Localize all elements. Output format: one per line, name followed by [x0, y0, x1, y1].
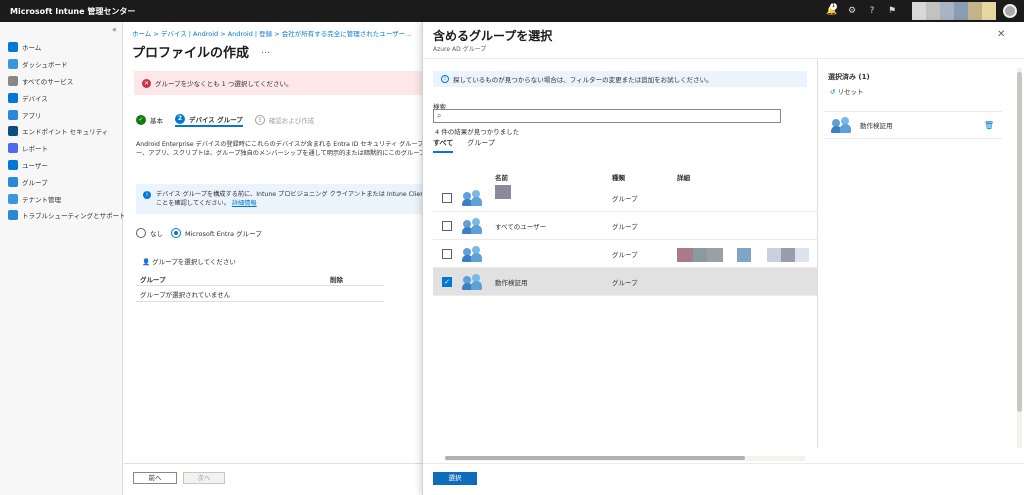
home-icon	[8, 42, 18, 53]
horizontal-scrollbar[interactable]	[445, 456, 805, 461]
top-bar: Microsoft Intune 管理センター 🔔 1 ⚙ ? ⚑	[0, 0, 1024, 22]
row-checkbox[interactable]	[442, 220, 452, 231]
vertical-scrollbar[interactable]	[1017, 68, 1022, 448]
gear-icon[interactable]: ⚙	[846, 5, 858, 17]
result-count: 4 件の結果が見つかりました	[435, 128, 520, 136]
delete-icon[interactable]: 🗑	[984, 121, 994, 130]
sidebar-item-groups[interactable]: グループ	[0, 173, 123, 190]
table-row[interactable]: すべてのユーザー グループ	[433, 212, 817, 240]
search-input[interactable]: ⌕	[433, 109, 781, 123]
selected-header: 選択済み (1)	[828, 73, 870, 81]
sidebar-item-devices[interactable]: デバイス	[0, 89, 123, 106]
select-groups-panel: 含めるグループを選択 Azure AD グループ ✕ i 探しているものが見つか…	[422, 22, 1024, 495]
feedback-icon[interactable]: ⚑	[886, 5, 898, 17]
groups-table: グループ 削除 グループが選択されていません	[136, 272, 384, 302]
sidebar-item-all-services[interactable]: すべてのサービス	[0, 73, 123, 90]
step-basics[interactable]: ✓ 基本	[136, 113, 163, 127]
sidebar-item-troubleshooting[interactable]: トラブルシューティングとサポート	[0, 207, 126, 224]
radio-entra-group[interactable]	[171, 228, 181, 238]
redacted-name	[495, 185, 511, 201]
reports-icon	[8, 143, 18, 154]
group-icon	[462, 217, 483, 234]
radio-none[interactable]	[136, 228, 146, 238]
main-content: ホーム > デバイス | Android > Android | 登録 > 会社…	[124, 22, 424, 495]
learn-more-link[interactable]: 詳細情報	[232, 200, 257, 207]
description: Android Enterprise デバイスの登録時にこれらのデバイスが含まれ…	[136, 141, 424, 157]
page-title: プロファイルの作成	[132, 46, 250, 61]
devices-icon	[8, 92, 18, 103]
tab-groups[interactable]: グループ	[467, 138, 495, 153]
selected-item: 動作検証用 🗑	[824, 111, 1002, 139]
search-icon: ⌕	[437, 111, 442, 120]
select-groups-link[interactable]: 👤 グループを選択してください	[142, 256, 236, 266]
group-icon	[831, 117, 852, 133]
table-header: グループ 削除	[136, 272, 384, 286]
sidebar: « ホーム ダッシュボード すべてのサービス デバイス アプリ エンドポイント …	[0, 22, 126, 495]
wrench-icon	[8, 210, 18, 221]
error-banner: ✕ グループを少なくとも 1 つ選択してください。	[134, 71, 424, 95]
panel-tabs: すべて グループ	[433, 138, 509, 153]
sidebar-item-reports[interactable]: レポート	[0, 140, 123, 157]
notification-badge: 1	[830, 3, 837, 10]
selected-pane: 選択済み (1) ↺ リセット 動作検証用 🗑	[817, 59, 1024, 448]
row-checkbox-checked[interactable]: ✓	[442, 276, 452, 287]
tenant-icon	[8, 193, 18, 204]
tab-all[interactable]: すべて	[433, 138, 454, 153]
step-review-create[interactable]: 3 確認および作成	[254, 113, 314, 127]
undo-icon: ↺	[830, 88, 836, 96]
table-row-empty: グループが選択されていません	[136, 286, 384, 302]
sidebar-item-dashboard[interactable]: ダッシュボード	[0, 56, 123, 73]
next-button[interactable]: 次へ	[183, 472, 225, 484]
row-checkbox[interactable]	[442, 192, 452, 203]
shield-icon	[8, 126, 18, 137]
avatar[interactable]	[1003, 4, 1017, 18]
table-row-selected[interactable]: ✓ 動作検証用 グループ	[433, 268, 817, 296]
app-title[interactable]: Microsoft Intune 管理センター	[10, 6, 135, 17]
group-icon	[462, 273, 483, 290]
more-icon[interactable]: …	[261, 46, 270, 56]
group-icon	[8, 176, 18, 187]
group-type-radio: なし Microsoft Entra グループ	[136, 228, 262, 238]
info-icon: i	[441, 75, 449, 83]
check-icon: ✓	[136, 115, 146, 125]
help-icon[interactable]: ?	[866, 5, 878, 17]
dashboard-icon	[8, 59, 18, 70]
collapse-icon[interactable]: «	[112, 25, 117, 34]
person-add-icon: 👤	[142, 258, 151, 266]
group-icon	[462, 189, 483, 206]
table-row[interactable]: グループ	[433, 240, 817, 268]
close-icon[interactable]: ✕	[997, 29, 1005, 40]
info-icon: i	[143, 191, 151, 199]
panel-title: 含めるグループを選択	[433, 29, 553, 43]
account-info[interactable]	[912, 2, 996, 20]
step-device-groups[interactable]: 2 デバイス グループ	[175, 113, 243, 127]
sidebar-item-home[interactable]: ホーム	[0, 39, 123, 56]
sidebar-item-endpoint-security[interactable]: エンドポイント セキュリティ	[0, 123, 123, 140]
info-box: i デバイス グループを構成する前に、Intune プロビジョニング クライアン…	[136, 184, 424, 214]
error-icon: ✕	[142, 78, 151, 88]
wizard-steps: ✓ 基本 2 デバイス グループ 3 確認および作成	[136, 113, 326, 127]
redacted-detail	[677, 248, 809, 264]
apps-icon	[8, 109, 18, 120]
step-number: 3	[254, 115, 265, 125]
table-row[interactable]: グループ	[433, 184, 817, 212]
results-header: 名前 種類 詳細	[495, 174, 690, 182]
results-table: 名前 種類 詳細 グループ すべてのユーザー グループ グループ ✓ 動作検証用…	[433, 170, 817, 296]
reset-button[interactable]: ↺ リセット	[830, 86, 864, 96]
filter-info-bar: i 探しているものが見つからない場合は、フィルターの変更または追加をお試しくださ…	[433, 71, 807, 87]
sidebar-item-apps[interactable]: アプリ	[0, 106, 123, 123]
user-icon	[8, 159, 18, 170]
sidebar-item-tenant-admin[interactable]: テナント管理	[0, 190, 123, 207]
breadcrumb[interactable]: ホーム > デバイス | Android > Android | 登録 > 会社…	[132, 28, 412, 38]
wizard-footer: 前へ 次へ	[124, 463, 422, 495]
select-button[interactable]: 選択	[433, 472, 477, 485]
panel-subtitle: Azure AD グループ	[433, 46, 487, 53]
row-checkbox[interactable]	[442, 248, 452, 259]
list-icon	[8, 75, 18, 86]
prev-button[interactable]: 前へ	[133, 472, 177, 484]
sidebar-item-users[interactable]: ユーザー	[0, 157, 123, 174]
panel-footer: 選択	[423, 463, 1024, 495]
group-icon	[462, 245, 483, 262]
step-number: 2	[175, 114, 185, 124]
